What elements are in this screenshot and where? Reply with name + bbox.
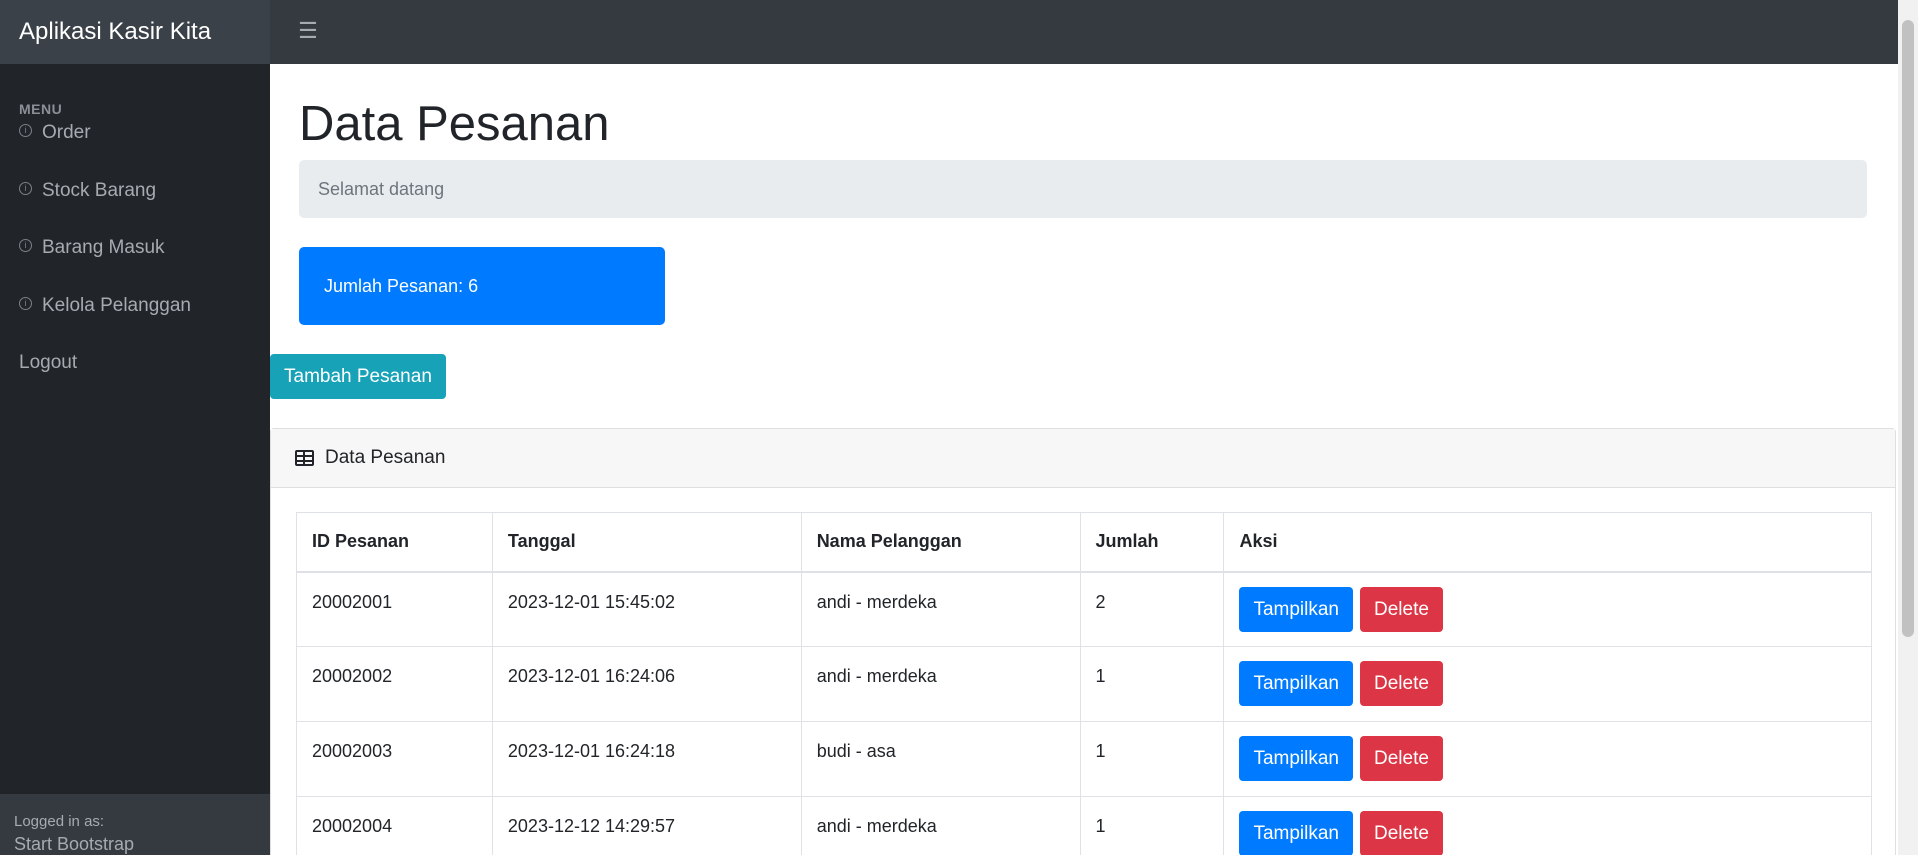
page-title: Data Pesanan <box>299 97 610 151</box>
info-circle-icon: i <box>19 297 32 311</box>
delete-button[interactable]: Delete <box>1360 661 1443 706</box>
column-header[interactable]: Jumlah <box>1079 512 1225 573</box>
customer-name-cell: budi - asa <box>800 721 1081 797</box>
order-id-cell: 20002001 <box>296 571 493 647</box>
sidebar-item-label: Stock Barang <box>42 180 157 201</box>
order-date-cell: 2023-12-12 14:29:57 <box>491 796 802 855</box>
table-icon <box>295 450 314 466</box>
actions-cell: Tampilkan Delete <box>1223 721 1872 797</box>
info-circle-icon: i <box>19 239 32 253</box>
sidebar-item-label: Barang Masuk <box>42 237 165 258</box>
quantity-cell: 1 <box>1079 646 1225 722</box>
main-content: Data Pesanan Selamat datang Jumlah Pesan… <box>270 64 1898 855</box>
order-id-cell: 20002002 <box>296 646 493 722</box>
card-header: Data Pesanan <box>271 429 1895 488</box>
order-id-cell: 20002003 <box>296 721 493 797</box>
sidebar-item-label: Order <box>42 122 91 143</box>
table-row: 20002003 2023-12-01 16:24:18 budi - asa … <box>296 721 1872 797</box>
column-header: Aksi <box>1223 512 1872 573</box>
show-button[interactable]: Tampilkan <box>1239 736 1353 781</box>
quantity-cell: 1 <box>1079 721 1225 797</box>
info-circle-icon: i <box>19 124 32 138</box>
delete-button[interactable]: Delete <box>1360 811 1443 855</box>
actions-cell: Tampilkan Delete <box>1223 646 1872 722</box>
order-id-cell: 20002004 <box>296 796 493 855</box>
sidebar-item-kelola-pelanggan[interactable]: i Kelola Pelanggan <box>0 283 270 329</box>
table-row: 20002001 2023-12-01 15:45:02 andi - merd… <box>296 571 1872 647</box>
delete-button[interactable]: Delete <box>1360 736 1443 781</box>
customer-name-cell: andi - merdeka <box>800 796 1081 855</box>
order-date-cell: 2023-12-01 16:24:06 <box>491 646 802 722</box>
sidebar-footer: Logged in as: Start Bootstrap <box>0 794 270 855</box>
order-date-cell: 2023-12-01 15:45:02 <box>491 571 802 647</box>
actions-cell: Tampilkan Delete <box>1223 571 1872 647</box>
quantity-cell: 2 <box>1079 571 1225 647</box>
customer-name-cell: andi - merdeka <box>800 646 1081 722</box>
table-header-row: ID Pesanan Tanggal Nama Pelanggan Jumlah… <box>296 512 1872 573</box>
menu-icon[interactable]: ☰ <box>296 17 320 45</box>
orders-table: ID Pesanan Tanggal Nama Pelanggan Jumlah… <box>296 512 1872 855</box>
logged-in-label: Logged in as: <box>14 813 105 830</box>
order-count-card: Jumlah Pesanan: 6 <box>299 247 665 325</box>
sidebar-item-stock-barang[interactable]: i Stock Barang <box>0 168 270 214</box>
sidebar-item-barang-masuk[interactable]: i Barang Masuk <box>0 225 270 271</box>
show-button[interactable]: Tampilkan <box>1239 586 1353 632</box>
orders-card: Data Pesanan ID Pesanan Tanggal Nama Pel… <box>270 428 1896 855</box>
quantity-cell: 1 <box>1079 796 1225 855</box>
card-title: Data Pesanan <box>325 447 446 468</box>
sidebar: MENU i Order i Stock Barang i Barang Masuk … <box>0 64 270 855</box>
delete-button[interactable]: Delete <box>1360 586 1443 632</box>
add-order-button[interactable]: Tambah Pesanan <box>270 354 446 399</box>
order-date-cell: 2023-12-01 16:24:18 <box>491 721 802 797</box>
sidebar-item-label: Kelola Pelanggan <box>42 295 191 316</box>
column-header[interactable]: ID Pesanan <box>296 512 493 573</box>
scrollbar-thumb[interactable] <box>1902 20 1914 637</box>
show-button[interactable]: Tampilkan <box>1239 811 1353 855</box>
show-button[interactable]: Tampilkan <box>1239 661 1353 706</box>
breadcrumb: Selamat datang <box>299 160 1867 218</box>
app-brand[interactable]: Aplikasi Kasir Kita <box>0 0 270 64</box>
sidebar-item-order[interactable]: i Order <box>0 110 270 156</box>
info-circle-icon: i <box>19 182 32 196</box>
logged-in-user: Start Bootstrap <box>14 834 135 854</box>
page-scrollbar[interactable] <box>1898 0 1918 855</box>
sidebar-item-logout[interactable]: Logout <box>0 340 270 386</box>
column-header[interactable]: Nama Pelanggan <box>800 512 1081 573</box>
actions-cell: Tampilkan Delete <box>1223 796 1872 855</box>
column-header[interactable]: Tanggal <box>491 512 802 573</box>
customer-name-cell: andi - merdeka <box>800 571 1081 647</box>
top-navbar: Aplikasi Kasir Kita ☰ <box>0 0 1898 64</box>
table-row: 20002002 2023-12-01 16:24:06 andi - merd… <box>296 646 1872 722</box>
table-row: 20002004 2023-12-12 14:29:57 andi - merd… <box>296 796 1872 855</box>
